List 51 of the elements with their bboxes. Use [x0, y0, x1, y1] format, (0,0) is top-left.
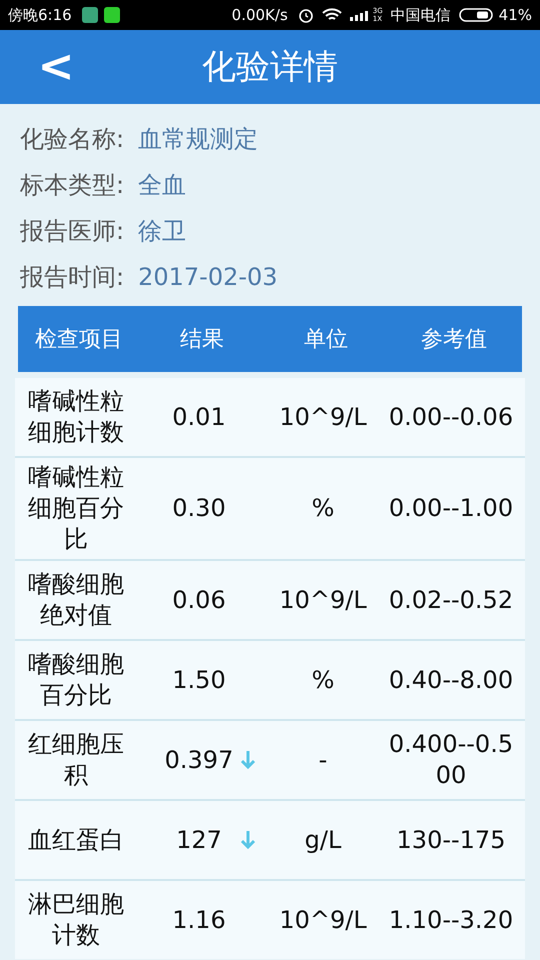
battery-percent: 41%	[498, 4, 532, 26]
table-cell-text: 红细胞压积	[27, 729, 125, 791]
table-cell: 1.10--3.20	[388, 904, 514, 936]
column-header: 检查项目	[35, 326, 123, 354]
table-cell-text: 嗜酸细胞绝对值	[27, 569, 125, 631]
battery-icon	[458, 8, 493, 22]
table-cell-text: 嗜碱性粒细胞百分比	[27, 462, 125, 555]
table-cell: 0.06	[172, 584, 226, 616]
table-cell-text: 嗜碱性粒细胞计数	[27, 386, 125, 448]
wifi-icon	[322, 8, 342, 22]
table-cell: 0.00--1.00	[388, 493, 514, 524]
table-cell: %	[312, 493, 334, 524]
table-cell: 1.50	[172, 664, 226, 696]
field-value: 血常规测定	[138, 124, 258, 155]
table-cell: g/L	[304, 824, 342, 856]
app-icon	[82, 7, 98, 23]
column-header: 结果	[180, 326, 224, 354]
field-label: 报告时间:	[20, 262, 124, 293]
table-cell-text: 淋巴细胞计数	[27, 889, 125, 951]
field-value: 全血	[138, 170, 186, 201]
page-title: 化验详情	[202, 46, 338, 88]
table-cell: %	[312, 664, 334, 696]
column-header: 参考值	[421, 326, 487, 354]
field-label: 化验名称:	[20, 124, 124, 155]
field-label: 标本类型:	[20, 170, 124, 201]
table-cell: 10^9/L	[279, 584, 367, 616]
status-time: 傍晚6:16	[8, 4, 72, 26]
table-cell: 130--175	[396, 824, 506, 856]
table-cell: 10^9/L	[279, 904, 367, 936]
table-cell: -	[318, 744, 328, 776]
table-cell: 0.00--0.06	[388, 402, 514, 432]
table-cell-text: 嗜酸细胞百分比	[27, 649, 125, 711]
field-value: 2017-02-03	[138, 262, 278, 293]
table-cell: 127	[176, 824, 222, 856]
back-button[interactable]: <	[36, 42, 76, 92]
table-cell: 0.02--0.52	[388, 584, 514, 616]
field-label: 报告医师:	[20, 216, 124, 247]
network-speed: 0.00K/s	[232, 4, 288, 26]
table-cell: 1.16	[172, 904, 226, 936]
table-cell: 0.397	[164, 744, 234, 776]
table-cell: 0.01	[172, 402, 226, 432]
table-cell: 0.40--8.00	[388, 664, 514, 696]
field-value: 徐卫	[138, 216, 186, 247]
table-cell-text: 0.400--0.500	[388, 729, 514, 791]
alarm-icon	[298, 7, 314, 23]
carrier-name: 中国电信	[390, 4, 451, 26]
table-cell: 0.30	[172, 493, 226, 524]
app-icon	[104, 7, 120, 23]
column-header: 单位	[304, 326, 348, 354]
table-cell: 10^9/L	[279, 402, 367, 432]
table-cell-text: 血红蛋白	[27, 824, 125, 856]
